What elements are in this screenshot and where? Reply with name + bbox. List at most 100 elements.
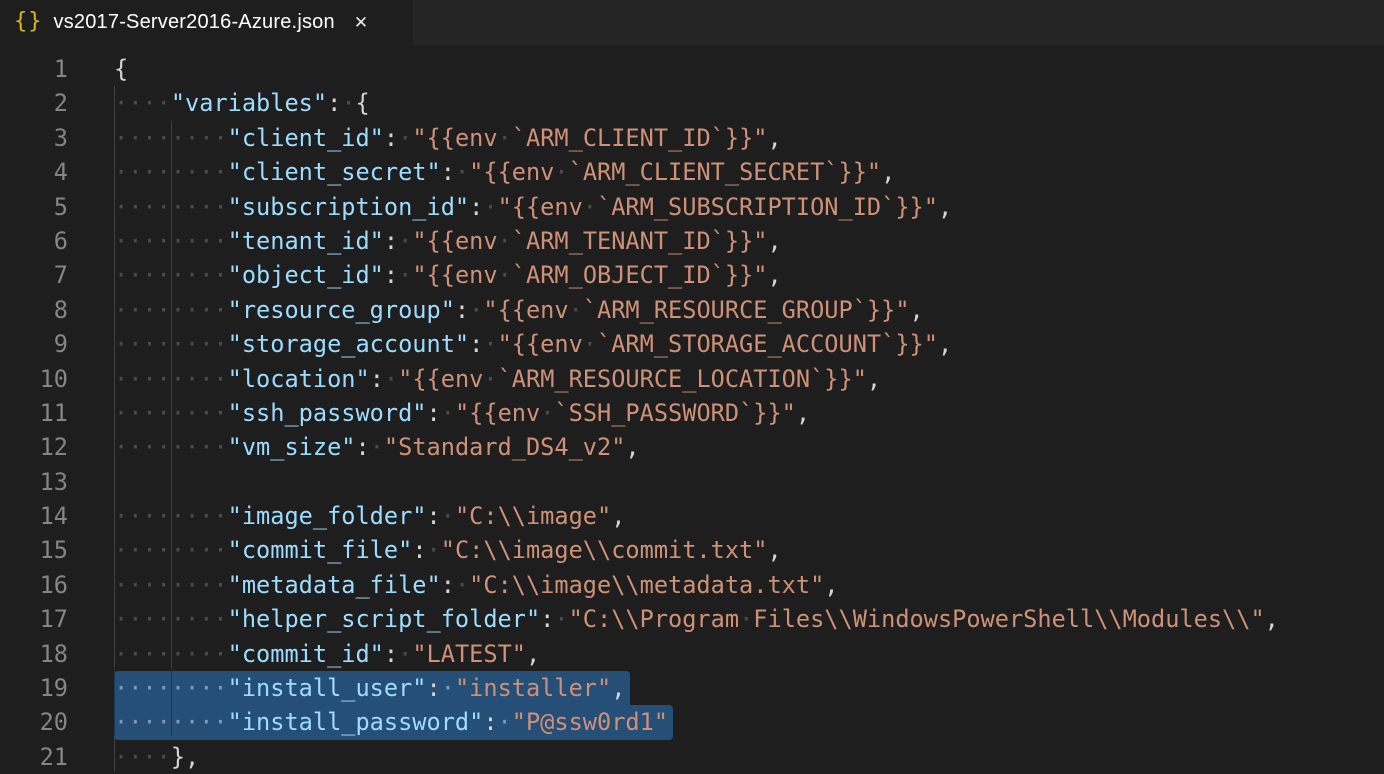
code-line[interactable]: 10········"location":·"{{env·`ARM_RESOUR…: [0, 362, 1384, 396]
code-line[interactable]: 9········"storage_account":·"{{env·`ARM_…: [0, 327, 1384, 361]
editor-tab[interactable]: {} vs2017-Server2016-Azure.json ✕: [0, 0, 413, 45]
json-string-value: `ARM_OBJECT_ID`}}": [512, 261, 768, 289]
line-number[interactable]: 20: [0, 705, 68, 739]
code-line[interactable]: 4········"client_secret":·"{{env·`ARM_CL…: [0, 155, 1384, 189]
close-icon[interactable]: ✕: [354, 13, 368, 33]
code-line-text: ········"commit_file":·"C:\\image\\commi…: [68, 533, 782, 567]
whitespace-dots: ········: [114, 158, 228, 186]
json-punctuation: :: [370, 365, 384, 393]
line-number[interactable]: 14: [0, 499, 68, 533]
line-number[interactable]: 19: [0, 671, 68, 705]
code-line[interactable]: 21····},: [0, 740, 1384, 774]
whitespace-dots: ·: [441, 502, 455, 530]
line-number[interactable]: 4: [0, 155, 68, 189]
whitespace-dots: ·: [498, 261, 512, 289]
json-key: "client_secret": [228, 158, 441, 186]
whitespace-dots: ·: [569, 296, 583, 324]
code-line[interactable]: 16········"metadata_file":·"C:\\image\\m…: [0, 568, 1384, 602]
whitespace-dots: ········: [114, 502, 228, 530]
json-punctuation: ,: [611, 502, 625, 530]
line-number[interactable]: 11: [0, 396, 68, 430]
json-string-value: `SSH_PASSWORD`}}": [554, 399, 795, 427]
json-punctuation: ,: [767, 261, 781, 289]
json-string-value: "C:\\image\\commit.txt": [441, 536, 768, 564]
code-line[interactable]: 7········"object_id":·"{{env·`ARM_OBJECT…: [0, 258, 1384, 292]
whitespace-dots: ·: [739, 605, 753, 633]
json-punctuation: :: [384, 261, 398, 289]
json-key: "metadata_file": [228, 571, 441, 599]
json-key: "commit_id": [228, 640, 384, 668]
json-punctuation: :: [469, 330, 483, 358]
json-string-value: "{{env: [498, 330, 583, 358]
code-line[interactable]: 11········"ssh_password":·"{{env·`SSH_PA…: [0, 396, 1384, 430]
whitespace-dots: ·: [554, 605, 568, 633]
line-number[interactable]: 6: [0, 224, 68, 258]
line-number[interactable]: 13: [0, 465, 68, 499]
whitespace-dots: ········: [114, 193, 228, 221]
code-line-text: ········"location":·"{{env·`ARM_RESOURCE…: [68, 362, 881, 396]
code-line[interactable]: 14········"image_folder":·"C:\\image",: [0, 499, 1384, 533]
line-number[interactable]: 5: [0, 190, 68, 224]
code-line-text: ········"tenant_id":·"{{env·`ARM_TENANT_…: [68, 224, 782, 258]
line-number[interactable]: 17: [0, 602, 68, 636]
json-punctuation: ,: [767, 227, 781, 255]
whitespace-dots: ·: [498, 124, 512, 152]
json-punctuation: :: [441, 571, 455, 599]
code-line[interactable]: 12········"vm_size":·"Standard_DS4_v2",: [0, 430, 1384, 464]
code-line-text: ····"variables":·{: [68, 86, 370, 120]
code-line[interactable]: 15········"commit_file":·"C:\\image\\com…: [0, 533, 1384, 567]
indent-guide-selection-segment: [171, 667, 172, 736]
json-key: "tenant_id": [228, 227, 384, 255]
code-line[interactable]: 17········"helper_script_folder":·"C:\\P…: [0, 602, 1384, 636]
code-line-text: {: [68, 52, 128, 86]
line-number[interactable]: 21: [0, 740, 68, 774]
code-line-text: ········"ssh_password":·"{{env·`SSH_PASS…: [68, 396, 810, 430]
line-number[interactable]: 16: [0, 568, 68, 602]
json-punctuation: ,: [526, 640, 540, 668]
line-number[interactable]: 9: [0, 327, 68, 361]
json-string-value: "Standard_DS4_v2": [384, 433, 625, 461]
line-number[interactable]: 12: [0, 430, 68, 464]
code-line-text: ········"helper_script_folder":·"C:\\Pro…: [68, 602, 1279, 636]
whitespace-dots: ·: [583, 330, 597, 358]
whitespace-dots: ········: [114, 296, 228, 324]
whitespace-dots: ·: [398, 640, 412, 668]
json-punctuation: :: [427, 674, 441, 702]
line-number[interactable]: 2: [0, 86, 68, 120]
json-punctuation: ,: [625, 433, 639, 461]
whitespace-dots: ·: [384, 365, 398, 393]
code-line[interactable]: 3········"client_id":·"{{env·`ARM_CLIENT…: [0, 121, 1384, 155]
json-string-value: "{{env: [483, 296, 568, 324]
code-editor[interactable]: 1{2····"variables":·{3········"client_id…: [0, 45, 1384, 772]
line-number[interactable]: 15: [0, 533, 68, 567]
json-key: "install_password": [228, 708, 484, 736]
whitespace-dots: ········: [114, 227, 228, 255]
code-line[interactable]: 1{: [0, 52, 1384, 86]
code-line[interactable]: 2····"variables":·{: [0, 86, 1384, 120]
whitespace-dots: ········: [114, 605, 228, 633]
json-punctuation: ,: [796, 399, 810, 427]
code-line[interactable]: 8········"resource_group":·"{{env·`ARM_R…: [0, 293, 1384, 327]
line-number[interactable]: 10: [0, 362, 68, 396]
line-number[interactable]: 8: [0, 293, 68, 327]
whitespace-dots: ·: [554, 158, 568, 186]
json-punctuation: :: [384, 227, 398, 255]
json-punctuation: :: [483, 708, 497, 736]
json-string-value: "{{env: [498, 193, 583, 221]
code-line[interactable]: 6········"tenant_id":·"{{env·`ARM_TENANT…: [0, 224, 1384, 258]
json-string-value: "{{env: [412, 261, 497, 289]
line-number[interactable]: 3: [0, 121, 68, 155]
code-line[interactable]: 20········"install_password":·"P@ssw0rd1…: [0, 705, 1384, 739]
line-number[interactable]: 18: [0, 637, 68, 671]
whitespace-dots: ·: [483, 193, 497, 221]
code-line[interactable]: 19········"install_user":·"installer",: [0, 671, 1384, 705]
json-string-value: Files\\WindowsPowerShell\\Modules\\": [753, 605, 1264, 633]
code-line[interactable]: 18········"commit_id":·"LATEST",: [0, 637, 1384, 671]
code-line[interactable]: 5········"subscription_id":·"{{env·`ARM_…: [0, 190, 1384, 224]
json-punctuation: ,: [938, 193, 952, 221]
line-number[interactable]: 7: [0, 258, 68, 292]
whitespace-dots: ·: [498, 708, 512, 736]
code-line[interactable]: 13: [0, 465, 1384, 499]
line-number[interactable]: 1: [0, 52, 68, 86]
selection-highlight: ········"install_password":·"P@ssw0rd1": [114, 705, 673, 739]
